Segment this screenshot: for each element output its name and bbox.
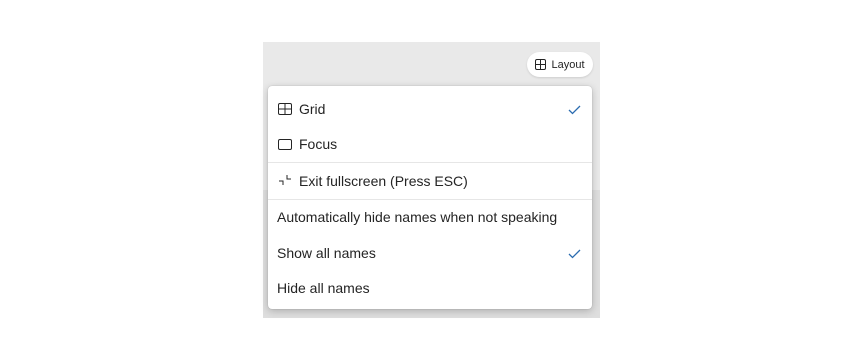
menu-item-label: Exit fullscreen (Press ESC) <box>299 173 468 189</box>
checkmark-icon <box>568 246 581 262</box>
grid-icon <box>277 102 292 117</box>
menu-item-label: Focus <box>299 136 338 152</box>
menu-item-focus[interactable]: Focus <box>268 127 592 161</box>
menu-divider <box>268 162 592 163</box>
meeting-stage: Layout Grid Focus Exit fullscreen (Press… <box>263 42 600 318</box>
menu-item-grid[interactable]: Grid <box>268 92 592 126</box>
menu-item-label: Grid <box>299 101 326 117</box>
focus-rectangle-icon <box>277 137 292 152</box>
menu-item-label: Automatically hide names when not speaki… <box>277 209 558 225</box>
menu-item-hide-all-names[interactable]: Hide all names <box>268 271 592 305</box>
layout-menu: Grid Focus Exit fullscreen (Press ESC) A… <box>268 86 592 309</box>
layout-button[interactable]: Layout <box>527 52 593 77</box>
menu-item-auto-hide-names[interactable]: Automatically hide names when not speaki… <box>268 200 592 234</box>
menu-item-show-all-names[interactable]: Show all names <box>268 236 592 270</box>
exit-fullscreen-icon <box>277 174 292 189</box>
menu-item-exit-fullscreen[interactable]: Exit fullscreen (Press ESC) <box>268 164 592 198</box>
layout-button-label: Layout <box>551 58 585 71</box>
menu-item-label: Show all names <box>277 245 376 261</box>
menu-item-label: Hide all names <box>277 280 370 296</box>
checkmark-icon <box>568 102 581 118</box>
grid-icon <box>535 59 547 70</box>
